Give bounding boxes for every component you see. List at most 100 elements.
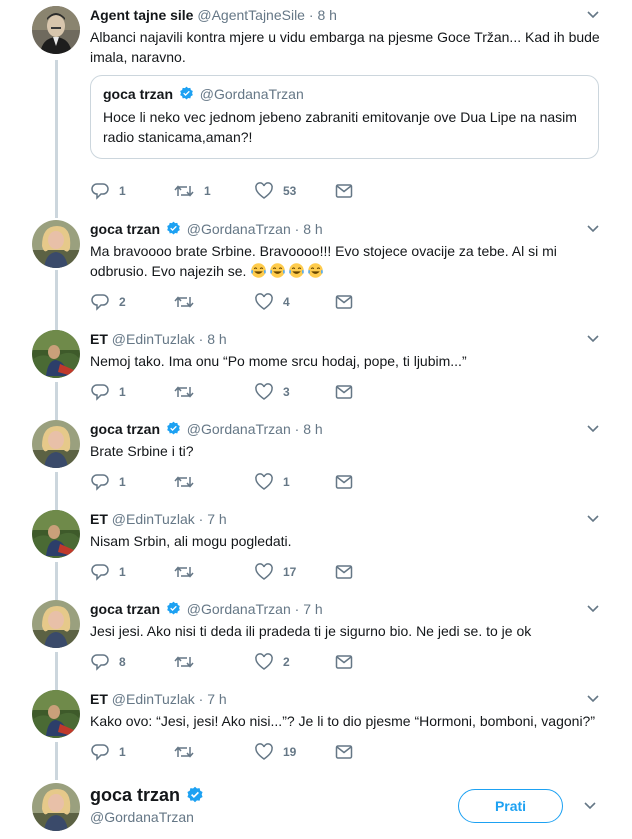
avatar[interactable] bbox=[32, 510, 80, 558]
direct-message-button[interactable] bbox=[334, 292, 354, 312]
tweet-text: Jesi jesi. Ako nisi ti deda ili pradeda … bbox=[90, 623, 532, 639]
author-handle[interactable]: @GordanaTrzan bbox=[187, 601, 291, 617]
avatar[interactable] bbox=[32, 600, 80, 648]
direct-message-icon bbox=[335, 565, 353, 579]
tweet[interactable]: goca trzan @GordanaTrzan · 8 h Ma bravoo… bbox=[0, 215, 632, 325]
like-button[interactable]: 2 bbox=[254, 652, 290, 672]
tweet-header: goca trzan @GordanaTrzan · 8 h bbox=[90, 421, 323, 437]
reply-count: 1 bbox=[119, 565, 126, 579]
author-handle[interactable]: @EdinTuzlak bbox=[112, 331, 195, 347]
reply-button[interactable]: 1 bbox=[90, 742, 126, 762]
like-button[interactable]: 1 bbox=[254, 472, 290, 492]
author-handle[interactable]: @EdinTuzlak bbox=[112, 511, 195, 527]
retweet-icon bbox=[174, 476, 194, 488]
author-handle[interactable]: @EdinTuzlak bbox=[112, 691, 195, 707]
chevron-down-icon[interactable] bbox=[584, 220, 602, 238]
tweet-actions: 8 2 bbox=[90, 652, 360, 672]
timestamp[interactable]: 8 h bbox=[303, 421, 322, 437]
tears-of-joy-emoji-icon bbox=[308, 263, 324, 278]
retweet-button[interactable] bbox=[173, 742, 204, 762]
account-handle[interactable]: @GordanaTrzan bbox=[90, 809, 206, 825]
tweet-actions: 1 1 bbox=[90, 472, 360, 492]
author-name[interactable]: ET bbox=[90, 691, 108, 707]
like-button[interactable]: 4 bbox=[254, 292, 290, 312]
author-name[interactable]: ET bbox=[90, 331, 108, 347]
avatar[interactable] bbox=[32, 6, 80, 54]
timestamp[interactable]: 7 h bbox=[207, 691, 226, 707]
retweet-button[interactable] bbox=[173, 472, 204, 492]
like-button[interactable]: 3 bbox=[254, 382, 290, 402]
reply-button[interactable]: 1 bbox=[90, 382, 126, 402]
chevron-down-icon[interactable] bbox=[584, 6, 602, 24]
retweet-button[interactable] bbox=[173, 292, 204, 312]
direct-message-button[interactable] bbox=[334, 742, 354, 762]
reply-button[interactable]: 1 bbox=[90, 472, 126, 492]
follow-button[interactable]: Prati bbox=[458, 789, 563, 823]
account-name[interactable]: goca trzan bbox=[90, 785, 180, 805]
reply-button[interactable]: 1 bbox=[90, 562, 126, 582]
avatar[interactable] bbox=[32, 420, 80, 468]
direct-message-button[interactable] bbox=[334, 652, 354, 672]
avatar[interactable] bbox=[32, 330, 80, 378]
chevron-down-icon[interactable] bbox=[584, 690, 602, 708]
author-handle[interactable]: @GordanaTrzan bbox=[187, 221, 291, 237]
tweet[interactable]: ET @EdinTuzlak · 7 h Kako ovo: “Jesi, je… bbox=[0, 685, 632, 775]
retweet-button[interactable] bbox=[173, 562, 204, 582]
tweet-text: Kako ovo: “Jesi, jesi! Ako nisi...”? Je … bbox=[90, 713, 596, 729]
like-count: 2 bbox=[283, 655, 290, 669]
quoted-tweet[interactable]: goca trzan @GordanaTrzan Hoce li neko ve… bbox=[90, 75, 599, 159]
author-handle[interactable]: @AgentTajneSile bbox=[197, 7, 305, 23]
retweet-button[interactable] bbox=[173, 652, 204, 672]
author-name[interactable]: ET bbox=[90, 511, 108, 527]
chevron-down-icon[interactable] bbox=[581, 797, 599, 815]
reply-button[interactable]: 8 bbox=[90, 652, 126, 672]
avatar[interactable] bbox=[32, 220, 80, 268]
reply-count: 1 bbox=[119, 184, 126, 198]
timestamp[interactable]: 7 h bbox=[207, 511, 226, 527]
chevron-down-icon[interactable] bbox=[584, 330, 602, 348]
retweet-button[interactable] bbox=[173, 382, 204, 402]
like-button[interactable]: 19 bbox=[254, 742, 296, 762]
tweet[interactable]: ET @EdinTuzlak · 7 h Nisam Srbin, ali mo… bbox=[0, 505, 632, 595]
like-button[interactable]: 53 bbox=[254, 181, 296, 201]
chevron-down-icon[interactable] bbox=[584, 510, 602, 528]
chevron-down-icon[interactable] bbox=[584, 420, 602, 438]
author-handle[interactable]: @GordanaTrzan bbox=[187, 421, 291, 437]
like-icon bbox=[255, 743, 273, 760]
author-name[interactable]: goca trzan bbox=[90, 601, 160, 617]
retweet-icon bbox=[174, 386, 194, 398]
like-button[interactable]: 17 bbox=[254, 562, 296, 582]
like-count: 3 bbox=[283, 385, 290, 399]
retweet-icon bbox=[174, 566, 194, 578]
direct-message-icon bbox=[335, 475, 353, 489]
like-icon bbox=[255, 473, 273, 490]
retweet-button[interactable]: 1 bbox=[173, 181, 211, 201]
tweet[interactable]: goca trzan @GordanaTrzan · 7 h Jesi jesi… bbox=[0, 595, 632, 685]
reply-button[interactable]: 2 bbox=[90, 292, 126, 312]
tears-of-joy-emoji-icon bbox=[251, 263, 267, 278]
timestamp[interactable]: 7 h bbox=[303, 601, 322, 617]
timestamp[interactable]: 8 h bbox=[317, 7, 336, 23]
author-name[interactable]: goca trzan bbox=[90, 421, 160, 437]
like-icon bbox=[255, 563, 273, 580]
direct-message-button[interactable] bbox=[334, 382, 354, 402]
tweet[interactable]: Agent tajne sile @AgentTajneSile · 8 h A… bbox=[0, 0, 632, 215]
timestamp[interactable]: 8 h bbox=[207, 331, 226, 347]
direct-message-button[interactable] bbox=[334, 562, 354, 582]
author-name[interactable]: goca trzan bbox=[90, 221, 160, 237]
like-icon bbox=[255, 293, 273, 310]
direct-message-button[interactable] bbox=[334, 472, 354, 492]
avatar[interactable] bbox=[32, 690, 80, 738]
retweet-icon bbox=[174, 656, 194, 668]
reply-button[interactable]: 1 bbox=[90, 181, 126, 201]
avatar[interactable] bbox=[32, 783, 80, 831]
chevron-down-icon[interactable] bbox=[584, 600, 602, 618]
tweet[interactable]: ET @EdinTuzlak · 8 h Nemoj tako. Ima onu… bbox=[0, 325, 632, 415]
reply-icon bbox=[91, 744, 109, 761]
author-name[interactable]: Agent tajne sile bbox=[90, 7, 193, 23]
tweet[interactable]: goca trzan @GordanaTrzan · 8 h Brate Srb… bbox=[0, 415, 632, 505]
timestamp[interactable]: 8 h bbox=[303, 221, 322, 237]
like-count: 1 bbox=[283, 475, 290, 489]
tweet-text: Ma bravoooo brate Srbine. Bravoooo!!! Ev… bbox=[90, 241, 602, 281]
direct-message-button[interactable] bbox=[334, 181, 354, 201]
